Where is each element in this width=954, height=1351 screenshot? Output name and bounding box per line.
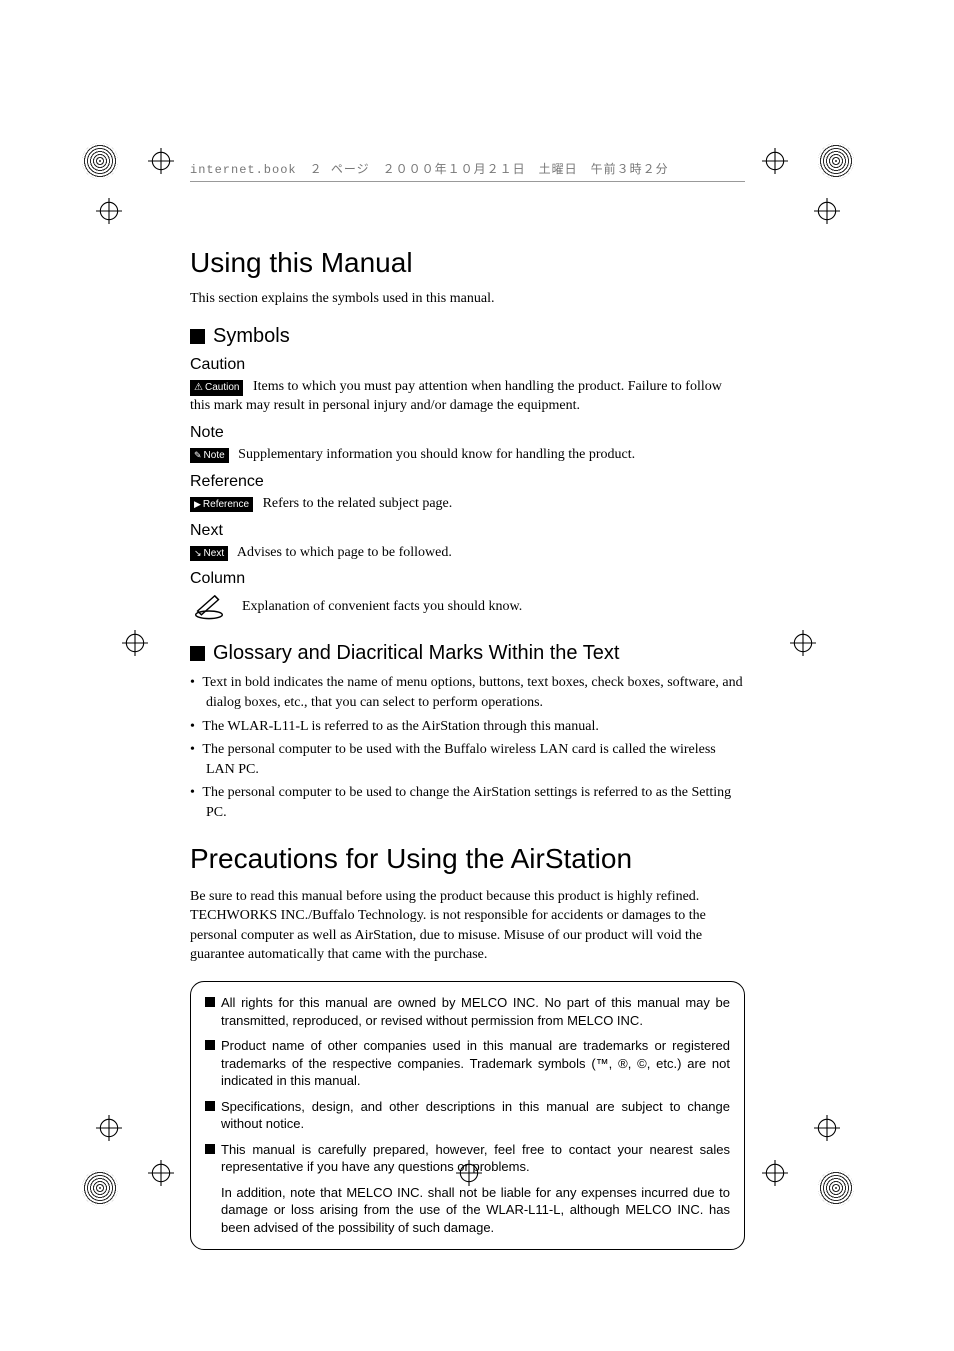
note-block: Note Supplementary information you shoul… (190, 446, 745, 465)
list-item: The WLAR-L11-L is referred to as the Air… (190, 717, 745, 737)
note-text: Supplementary information you should kno… (238, 447, 635, 462)
column-heading: Column (190, 570, 745, 588)
note-badge-icon: Note (190, 448, 229, 464)
box-text: Specifications, design, and other descri… (221, 1098, 730, 1133)
box-item: Product name of other companies used in … (205, 1037, 730, 1090)
box-text: Product name of other companies used in … (221, 1037, 730, 1090)
symbols-heading: Symbols (213, 325, 290, 348)
print-rosette-bl (82, 1170, 118, 1206)
reference-heading: Reference (190, 473, 745, 491)
print-rosette-tl (82, 143, 118, 179)
square-bullet-icon (205, 1040, 215, 1050)
reference-block: Reference Refers to the related subject … (190, 495, 745, 514)
print-rosette-br (818, 1170, 854, 1206)
registration-mark (96, 198, 122, 224)
precautions-box: All rights for this manual are owned by … (190, 981, 745, 1250)
registration-mark (96, 1115, 122, 1141)
caution-badge-icon: Caution (190, 380, 243, 396)
box-text: All rights for this manual are owned by … (221, 994, 730, 1029)
pen-note-icon (190, 592, 228, 622)
box-addendum: In addition, note that MELCO INC. shall … (205, 1184, 730, 1237)
page-content: internet.book ２ ページ ２０００年１０月２１日 土曜日 午前３時… (190, 160, 745, 1250)
box-text: This manual is carefully prepared, howev… (221, 1141, 730, 1176)
glossary-bullet-list: Text in bold indicates the name of menu … (190, 673, 745, 822)
page-header-text: internet.book ２ ページ ２０００年１０月２１日 土曜日 午前３時… (190, 163, 669, 177)
square-bullet-icon (190, 329, 205, 344)
registration-mark (762, 1160, 788, 1186)
precautions-intro: Be sure to read this manual before using… (190, 887, 745, 965)
square-bullet-icon (205, 997, 215, 1007)
reference-badge-icon: Reference (190, 497, 253, 513)
section-heading-symbols: Symbols (190, 325, 745, 348)
print-rosette-tr (818, 143, 854, 179)
square-bullet-icon (190, 646, 205, 661)
next-badge-icon: Next (190, 546, 228, 562)
registration-mark (790, 630, 816, 656)
precautions-title: Precautions for Using the AirStation (190, 843, 745, 875)
list-item: The personal computer to be used with th… (190, 740, 745, 779)
square-bullet-icon (205, 1144, 215, 1154)
registration-mark (814, 198, 840, 224)
column-block: Explanation of convenient facts you shou… (190, 592, 745, 622)
next-heading: Next (190, 522, 745, 540)
registration-mark (762, 148, 788, 174)
registration-mark (148, 1160, 174, 1186)
registration-mark (122, 630, 148, 656)
page-header-line: internet.book ２ ページ ２０００年１０月２１日 土曜日 午前３時… (190, 160, 745, 182)
box-item: This manual is carefully prepared, howev… (205, 1141, 730, 1176)
list-item: The personal computer to be used to chan… (190, 783, 745, 822)
registration-mark (148, 148, 174, 174)
page-title: Using this Manual (190, 247, 745, 279)
next-text: Advises to which page to be followed. (237, 545, 452, 560)
next-block: Next Advises to which page to be followe… (190, 544, 745, 563)
caution-block: Caution Items to which you must pay atte… (190, 378, 745, 416)
square-bullet-icon (205, 1101, 215, 1111)
caution-heading: Caution (190, 356, 745, 374)
box-item: Specifications, design, and other descri… (205, 1098, 730, 1133)
reference-text: Refers to the related subject page. (263, 496, 453, 511)
glossary-heading: Glossary and Diacritical Marks Within th… (213, 642, 619, 665)
registration-mark (814, 1115, 840, 1141)
intro-text: This section explains the symbols used i… (190, 291, 745, 307)
section-heading-glossary: Glossary and Diacritical Marks Within th… (190, 642, 745, 665)
column-text: Explanation of convenient facts you shou… (242, 599, 522, 615)
note-heading: Note (190, 424, 745, 442)
caution-text: Items to which you must pay attention wh… (190, 379, 722, 413)
box-item: All rights for this manual are owned by … (205, 994, 730, 1029)
list-item: Text in bold indicates the name of menu … (190, 673, 745, 712)
